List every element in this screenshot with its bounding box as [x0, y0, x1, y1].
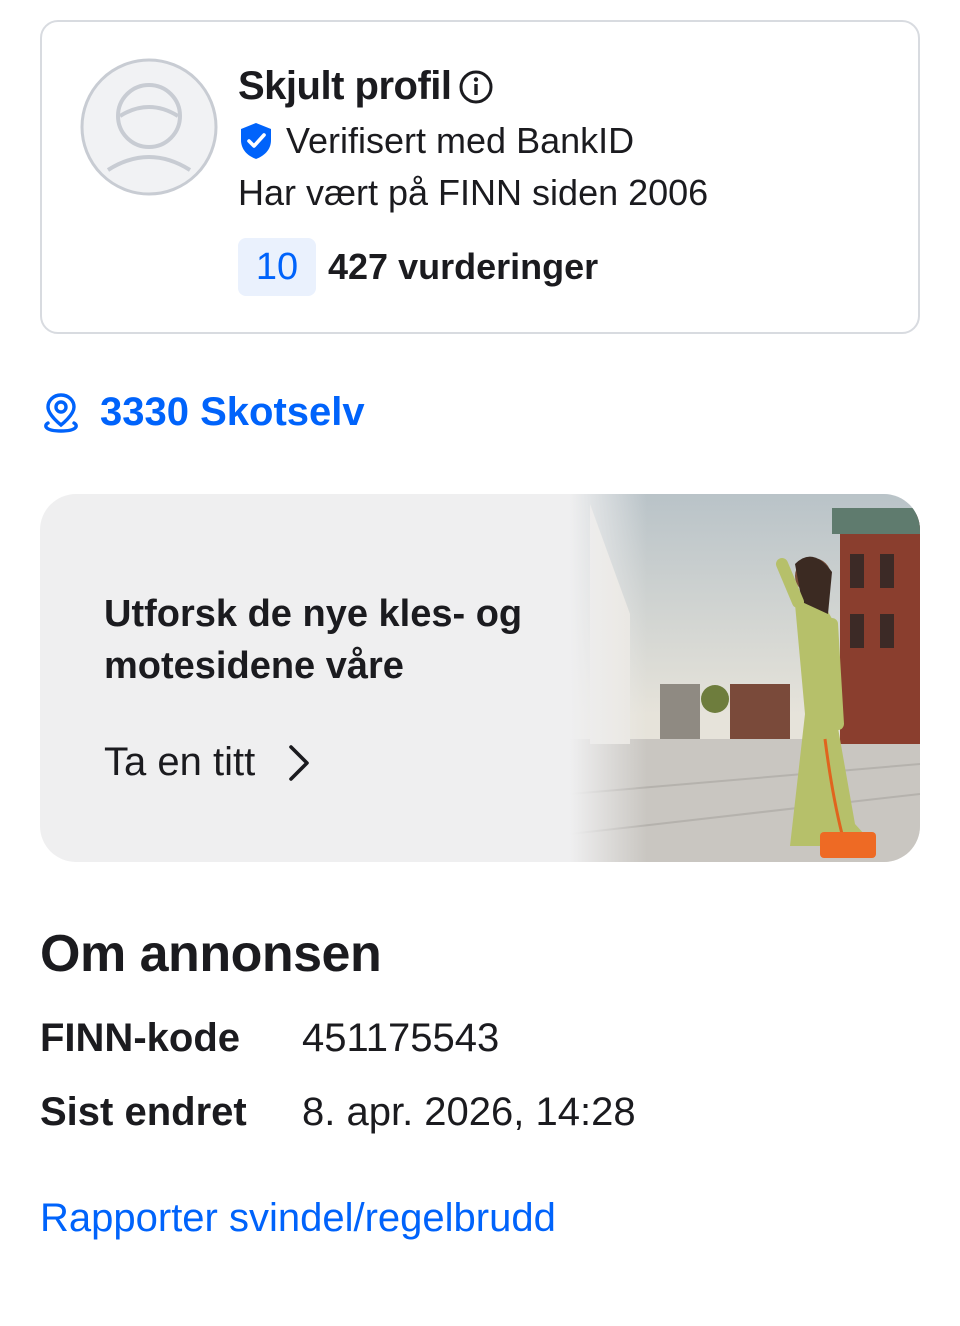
info-icon[interactable]	[458, 69, 494, 105]
fashion-model-image	[570, 494, 920, 862]
ad-detail-page: Skjult profil Verifisert med BankID Har …	[0, 0, 960, 1326]
last-changed-value: 8. apr. 2026, 14:28	[302, 1090, 636, 1134]
rating-score-badge: 10	[238, 238, 316, 296]
verified-label: Verifisert med BankID	[286, 120, 635, 161]
verified-row: Verifisert med BankID	[238, 120, 634, 162]
profile-name: Skjult profil	[238, 64, 452, 108]
report-fraud-link[interactable]: Rapporter svindel/regelbrudd	[40, 1196, 556, 1241]
promo-title: Utforsk de nye kles- og motesidene våre	[104, 593, 523, 687]
member-since: Har vært på FINN siden 2006	[238, 172, 709, 213]
location-link[interactable]: 3330 Skotselv	[40, 390, 365, 435]
finn-code-row: FINN-kode 451175543	[40, 1016, 499, 1061]
rating-row[interactable]: 10 427 vurderinger	[238, 238, 598, 296]
promo-cta-label: Ta en titt	[104, 740, 256, 784]
about-section-title: Om annonsen	[40, 925, 382, 983]
shield-check-icon	[241, 123, 271, 159]
fashion-promo-banner[interactable]: Utforsk de nye kles- og motesidene våre …	[40, 494, 920, 862]
finn-code-label: FINN-kode	[40, 1016, 240, 1060]
profile-name-row: Skjult profil	[238, 64, 494, 109]
location-pin-icon	[44, 392, 78, 433]
avatar	[80, 58, 218, 196]
seller-profile-card[interactable]: Skjult profil Verifisert med BankID Har …	[40, 20, 920, 334]
last-changed-row: Sist endret 8. apr. 2026, 14:28	[40, 1090, 636, 1135]
chevron-right-icon	[289, 744, 310, 781]
location-label: 3330 Skotselv	[100, 390, 365, 434]
promo-cta-button[interactable]: Ta en titt	[104, 740, 313, 785]
last-changed-label: Sist endret	[40, 1090, 247, 1134]
finn-code-value: 451175543	[302, 1016, 500, 1060]
rating-count: 427 vurderinger	[328, 246, 599, 287]
